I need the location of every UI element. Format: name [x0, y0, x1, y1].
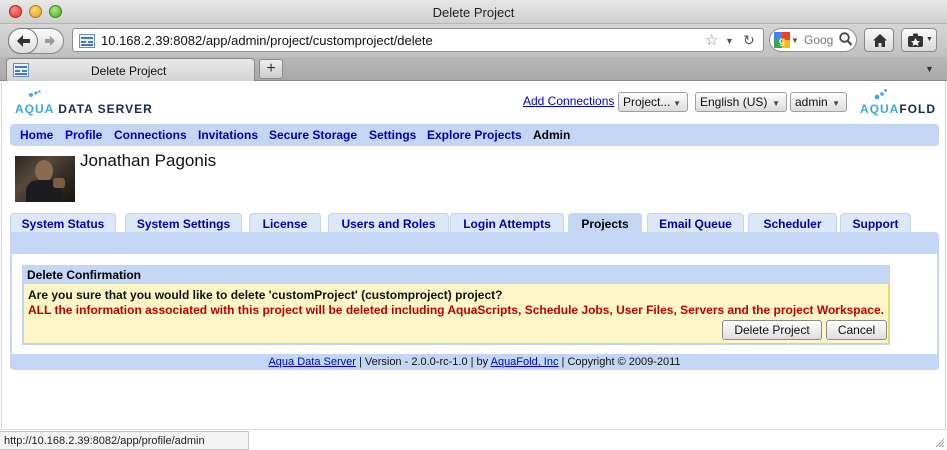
tab-login-attempts[interactable]: Login Attempts: [450, 213, 564, 233]
forward-arrow-icon: [45, 36, 55, 46]
aquafold-link[interactable]: AquaFold, Inc: [491, 356, 559, 368]
deletion-warning: ALL the information associated with this…: [28, 303, 884, 317]
tab-list-chevron-icon[interactable]: ▼: [925, 64, 934, 74]
browser-tab-strip: Delete Project + ▼: [0, 57, 947, 81]
window-title: Delete Project: [432, 5, 515, 20]
nav-explore-projects[interactable]: Explore Projects: [427, 128, 522, 142]
chevron-down-icon: ▼: [832, 99, 840, 108]
back-arrow-icon: [17, 35, 30, 47]
page-favicon-icon: [79, 34, 95, 48]
nav-settings[interactable]: Settings: [369, 128, 416, 142]
nav-admin[interactable]: Admin: [533, 128, 570, 142]
tab-users-and-roles[interactable]: Users and Roles: [328, 213, 449, 233]
confirmation-question: Are you sure that you would like to dele…: [28, 288, 503, 302]
window-titlebar: Delete Project: [0, 0, 947, 24]
browser-toolbar: 10.168.2.39:8082/app/admin/project/custo…: [0, 24, 947, 57]
search-icon[interactable]: [839, 32, 853, 47]
addons-chevron-icon: ▼: [926, 36, 933, 43]
tab-support[interactable]: Support: [840, 213, 911, 233]
main-nav: Home Profile Connections Invitations Sec…: [10, 124, 939, 146]
project-select[interactable]: Project... ▼: [618, 92, 688, 112]
user-select-value: admin: [795, 95, 828, 109]
tab-projects[interactable]: Projects: [568, 213, 642, 233]
user-full-name: Jonathan Pagonis: [80, 151, 217, 170]
footer-copyright: | Copyright © 2009-2011: [558, 356, 681, 368]
project-select-value: Project...: [623, 95, 671, 109]
chevron-down-icon: ▼: [673, 99, 681, 108]
search-engine-chevron-icon[interactable]: ▼: [791, 36, 799, 45]
tab-system-status[interactable]: System Status: [10, 213, 116, 233]
nav-connections[interactable]: Connections: [114, 128, 187, 142]
address-bar[interactable]: 10.168.2.39:8082/app/admin/project/custo…: [72, 28, 764, 52]
logo-text-aqua: AQUA: [15, 102, 54, 116]
avatar-hand-shape: [53, 178, 65, 188]
chevron-down-icon: ▼: [772, 99, 780, 108]
search-input[interactable]: Goog: [804, 33, 833, 47]
aquafold-logo-fold: FOLD: [899, 102, 937, 116]
language-select-value: English (US): [700, 95, 768, 109]
nav-profile[interactable]: Profile: [65, 128, 102, 142]
browser-status-bar: http://10.168.2.39:8082/app/profile/admi…: [0, 429, 947, 450]
tab-system-settings[interactable]: System Settings: [125, 213, 242, 233]
url-text: 10.168.2.39:8082/app/admin/project/custo…: [101, 33, 433, 48]
delete-project-button[interactable]: Delete Project: [722, 320, 822, 340]
home-icon: [873, 34, 887, 47]
home-button[interactable]: [864, 28, 894, 52]
nav-buttons: [8, 28, 64, 54]
logo-bubbles-icon: [874, 89, 887, 100]
logo-text: AQUA DATA SERVER: [15, 102, 153, 116]
delete-confirmation-dialog: Delete Confirmation Are you sure that yo…: [22, 265, 890, 345]
cancel-button[interactable]: Cancel: [826, 320, 887, 340]
add-connections-link[interactable]: Add Connections: [523, 94, 614, 108]
aquafold-logo-aqua: AQUA: [860, 102, 900, 116]
footer-version: | Version - 2.0.0-rc-1.0 | by: [355, 356, 491, 368]
nav-home[interactable]: Home: [20, 128, 53, 142]
dialog-title: Delete Confirmation: [23, 266, 889, 283]
tab-panel-header: [10, 232, 939, 254]
status-url: http://10.168.2.39:8082/app/profile/admi…: [0, 431, 249, 450]
new-tab-button[interactable]: +: [259, 59, 283, 79]
search-box[interactable]: g ▼ Goog: [769, 28, 857, 52]
nav-secure-storage[interactable]: Secure Storage: [269, 128, 357, 142]
logo-bubbles-icon: [29, 90, 41, 97]
history-dropdown-icon[interactable]: ▼: [725, 36, 734, 46]
avatar: [15, 156, 75, 202]
svg-text:g: g: [779, 36, 785, 47]
page-viewport: AQUA DATA SERVER Add Connections Project…: [1, 82, 946, 428]
browser-tab-active[interactable]: Delete Project: [6, 58, 255, 81]
bookmark-star-icon[interactable]: ☆: [705, 31, 718, 49]
avatar-head-shape: [35, 160, 53, 182]
language-select[interactable]: English (US) ▼: [695, 92, 787, 112]
addon-puzzle-icon: [908, 33, 923, 47]
logo-text-rest: DATA SERVER: [53, 102, 153, 116]
google-engine-icon: g: [774, 32, 790, 48]
reload-icon[interactable]: ↻: [743, 32, 755, 49]
browser-tab-label: Delete Project: [91, 64, 167, 78]
dialog-body: Are you sure that you would like to dele…: [23, 283, 889, 344]
resize-grip-icon[interactable]: [934, 437, 945, 448]
user-select[interactable]: admin ▼: [790, 92, 847, 112]
addons-button[interactable]: ▼: [901, 28, 937, 52]
tab-license[interactable]: License: [249, 213, 321, 233]
tab-favicon-icon: [13, 63, 29, 77]
aquafold-logo-text: AQUAFOLD: [860, 102, 936, 116]
tab-scheduler[interactable]: Scheduler: [748, 213, 837, 233]
tab-email-queue[interactable]: Email Queue: [647, 213, 744, 233]
page-footer: Aqua Data Server | Version - 2.0.0-rc-1.…: [10, 354, 939, 370]
back-button[interactable]: [8, 28, 38, 54]
admin-tabs: System Status System Settings License Us…: [10, 210, 939, 233]
aqua-data-server-link[interactable]: Aqua Data Server: [268, 356, 355, 368]
nav-invitations[interactable]: Invitations: [198, 128, 258, 142]
